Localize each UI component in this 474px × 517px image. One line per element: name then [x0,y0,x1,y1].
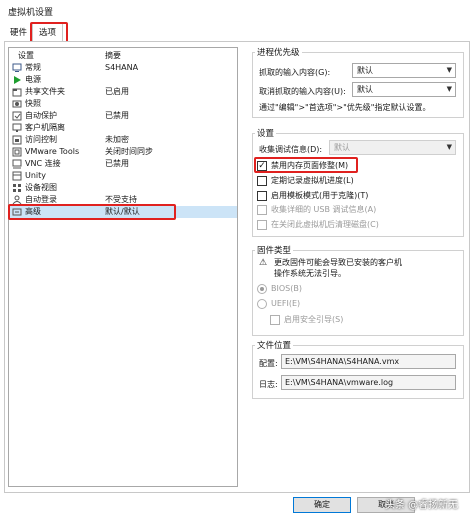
list-item-summary: 关闭时间同步 [105,147,153,156]
grab-input-select[interactable]: 默认 ▼ [352,63,456,78]
chevron-down-icon: ▼ [446,66,452,74]
grab-input-value: 默认 [357,66,373,75]
login-icon [12,195,22,205]
grab-input-label: 抓取的输入内容(G): [259,68,331,77]
list-item-name: VMware Tools [25,147,80,156]
checkbox-label: 禁用内存页面修整(M) [271,161,349,170]
file-location-group-title: 文件位置 [255,339,294,351]
list-item-summary: 不受支持 [105,195,137,204]
title-bar: 虚拟机设置 [0,0,474,22]
list-item-summary: 已禁用 [105,111,129,120]
list-item-name: 常规 [25,63,41,72]
firmware-group-title: 固件类型 [255,244,294,256]
advanced-icon [12,207,22,217]
checkbox-label: 定期记录虚拟机进度(L) [271,176,354,185]
firmware-warning-line2: 操作系统无法引导。 [274,269,346,278]
settings-group-title: 设置 [255,127,277,139]
list-item-summary: 默认/默认 [105,207,140,216]
config-label: 配置: [259,359,278,368]
ungrab-input-label: 取消抓取的输入内容(U): [259,87,346,96]
chevron-down-icon: ▼ [446,143,452,151]
list-item-name: 快照 [25,99,41,108]
list-item-shared-folders[interactable]: 共享文件夹 已启用 [9,86,237,98]
radio-label: BIOS(B) [271,284,302,293]
device-view-icon [12,183,22,193]
list-item-name: VNC 连接 [25,159,61,168]
list-item-access-control[interactable]: 访问控制 未加密 [9,134,237,146]
list-item-name: 高级 [25,207,41,216]
column-header-setting: 设置 [18,51,34,60]
debug-info-select[interactable]: 默认 ▼ [329,140,456,155]
checkmark-icon: ✓ [257,161,267,171]
monitor-icon [12,123,22,133]
checkbox-label: 启用安全引导(S) [284,315,344,324]
column-header-summary: 摘要 [105,51,121,60]
ungrab-input-value: 默认 [357,85,373,94]
list-item-general[interactable]: 常规 S4HANA [9,62,237,74]
watermark: 头条 @睿扬新无 [385,500,459,511]
log-label: 日志: [259,380,278,389]
list-item-name: 电源 [25,75,41,84]
list-item-unity[interactable]: Unity [9,170,237,182]
checkbox-box [257,176,267,186]
firmware-warning-line1: 更改固件可能会导致已安装的客户机 [274,258,402,267]
list-item-summary: 已禁用 [105,159,129,168]
priority-hint: 通过"编辑">"首选项">"优先级"指定默认设置。 [259,103,431,112]
list-item-advanced[interactable]: 高级 默认/默认 [9,206,237,218]
list-item-guest-isolation[interactable]: 客户机隔离 [9,122,237,134]
radio-dot [257,284,267,294]
list-item-summary: 已启用 [105,87,129,96]
options-list: 设置 摘要 常规 S4HANA 电源 共享文件夹 已启用 快照 自动保护 已禁用… [8,47,238,487]
shield-icon [12,111,22,121]
checkbox-label: 在关闭此虚拟机后清理磁盘(C) [271,220,379,229]
ok-button[interactable]: 确定 [293,497,351,513]
lock-icon [12,135,22,145]
radio-dot [257,299,267,309]
list-item-name: Unity [25,171,47,180]
vnc-icon [12,159,22,169]
list-item-autoprotect[interactable]: 自动保护 已禁用 [9,110,237,122]
list-item-name: 自动登录 [25,195,57,204]
checkbox-box [270,315,280,325]
ungrab-input-select[interactable]: 默认 ▼ [352,82,456,97]
chevron-down-icon: ▼ [446,85,452,93]
log-path-field[interactable]: E:\VM\S4HANA\vmware.log [281,375,456,390]
tab-options[interactable]: 选项 [32,23,64,42]
list-item-name: 访问控制 [25,135,57,144]
list-item-name: 共享文件夹 [25,87,65,96]
display-icon [12,63,22,73]
list-item-summary: 未加密 [105,135,129,144]
list-item-snapshots[interactable]: 快照 [9,98,237,110]
debug-info-label: 收集调试信息(D): [259,145,323,154]
tab-strip: 硬件 选项 [0,22,474,42]
list-item-name: 设备视图 [25,183,57,192]
window-title: 虚拟机设置 [8,7,54,18]
options-list-header: 设置 摘要 [9,48,237,62]
play-icon [12,75,22,85]
snapshot-icon [12,99,22,109]
checkbox-box [257,220,267,230]
unity-icon [12,171,22,181]
list-item-summary: S4HANA [105,63,139,72]
list-item-name: 自动保护 [25,111,57,120]
checkbox-box [257,205,267,215]
config-path-field[interactable]: E:\VM\S4HANA\S4HANA.vmx [281,354,456,369]
checkbox-label: 收集详细的 USB 调试信息(A) [271,205,377,214]
list-item-vnc[interactable]: VNC 连接 已禁用 [9,158,237,170]
list-item-device-view[interactable]: 设备视图 [9,182,237,194]
debug-info-value: 默认 [334,143,350,152]
radio-label: UEFI(E) [271,299,301,308]
folder-icon [12,87,22,97]
list-item-power[interactable]: 电源 [9,74,237,86]
checkbox-box [257,191,267,201]
checkbox-label: 启用模板模式(用于克隆)(T) [271,191,369,200]
vmware-icon [12,147,22,157]
list-item-vmware-tools[interactable]: VMware Tools 关闭时间同步 [9,146,237,158]
priority-group-title: 进程优先级 [255,46,302,58]
list-item-autologin[interactable]: 自动登录 不受支持 [9,194,237,206]
list-item-name: 客户机隔离 [25,123,65,132]
warning-icon: ⚠ [258,258,268,268]
tab-hardware[interactable]: 硬件 [4,25,33,41]
